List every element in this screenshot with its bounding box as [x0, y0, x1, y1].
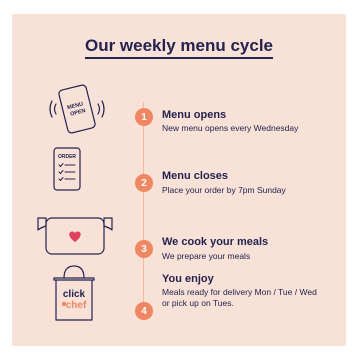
step-title: Menu opens [162, 109, 227, 121]
step-description: We prepare your meals [162, 251, 251, 261]
step-title: We cook your meals [162, 236, 269, 248]
menu-cycle-card: Our weekly menu cycle MENU OPEN 1 Menu o… [12, 14, 346, 346]
step-menu-closes: ORDER 2 Menu closes Place your order by … [12, 144, 346, 214]
step-description: Place your order by 7pm Sunday [162, 185, 286, 195]
step-number-badge: 2 [135, 174, 153, 192]
svg-text:click: click [63, 289, 86, 300]
svg-text:ORDER: ORDER [58, 154, 76, 160]
shopping-bag-icon: click chef [50, 262, 98, 324]
step-number-badge: 1 [135, 108, 153, 126]
page-title: Our weekly menu cycle [12, 36, 346, 59]
step-description: New menu opens every Wednesday [162, 123, 299, 133]
cooking-pot-icon [34, 214, 116, 258]
svg-text:chef: chef [66, 300, 87, 311]
step-title: You enjoy [162, 273, 214, 285]
step-you-enjoy: click chef 4 You enjoy Meals ready for d… [12, 265, 346, 342]
step-number-badge: 4 [135, 302, 153, 320]
step-menu-opens: MENU OPEN 1 Menu opens New menu opens ev… [12, 78, 346, 148]
step-number-badge: 3 [135, 240, 153, 258]
phone-menu-open-icon: MENU OPEN [42, 84, 112, 134]
order-list-icon: ORDER [52, 146, 82, 192]
step-title: Menu closes [162, 170, 229, 182]
step-description: Meals ready for delivery Mon / Tue / Wed… [162, 287, 317, 308]
